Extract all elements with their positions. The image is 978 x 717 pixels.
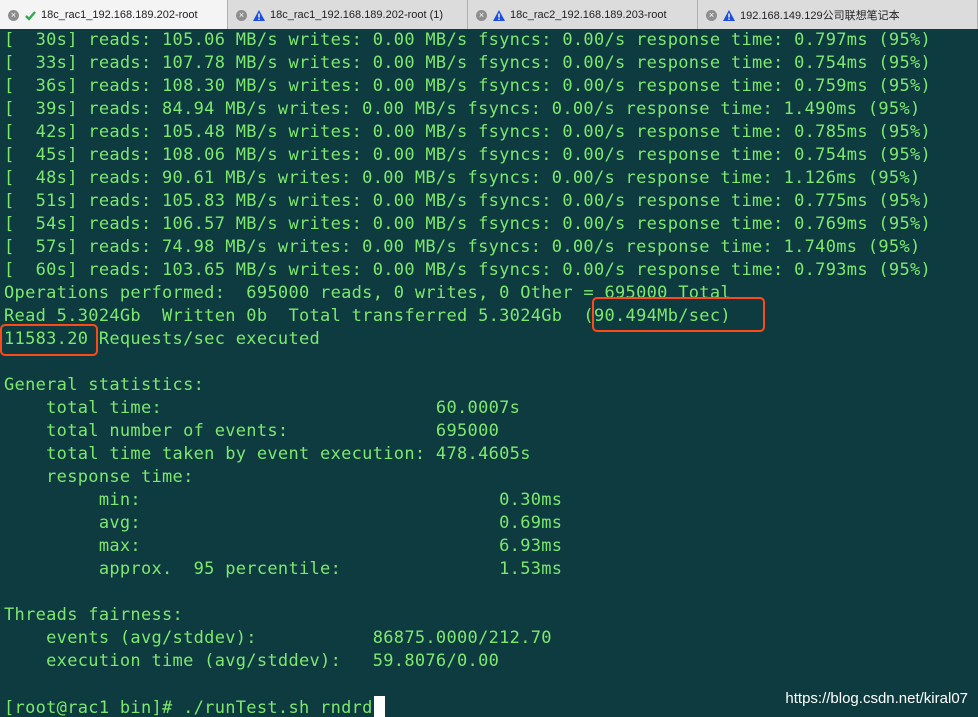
tab-bar: × 18c_rac1_192.168.189.202-root × 18c_rac1_… (0, 0, 978, 31)
shell-prompt[interactable]: [root@rac1 bin]# ./runTest.sh rndrd (4, 696, 385, 717)
terminal-line: min: 0.30ms (4, 490, 563, 510)
terminal-line: execution time (avg/stddev): 59.8076/0.0… (4, 651, 500, 671)
prompt-text: [root@rac1 bin]# ./runTest.sh rndrd (4, 698, 373, 717)
terminal-line: [ 39s] reads: 84.94 MB/s writes: 0.00 MB… (4, 99, 921, 119)
tab-3[interactable]: × 18c_rac2_192.168.189.203-root (468, 0, 698, 30)
terminal-line: [ 57s] reads: 74.98 MB/s writes: 0.00 MB… (4, 237, 921, 257)
tab-2[interactable]: × 18c_rac1_192.168.189.202-root (1) (228, 0, 468, 30)
tab-label: 192.168.149.129公司联想笔记本 (740, 10, 900, 22)
terminal-line: max: 6.93ms (4, 536, 563, 556)
warning-icon (722, 9, 736, 22)
terminal-line: events (avg/stddev): 86875.0000/212.70 (4, 628, 552, 648)
terminal-line: response time: (4, 467, 194, 487)
tab-label: 18c_rac2_192.168.189.203-root (510, 9, 667, 21)
warning-icon (492, 9, 506, 22)
terminal-line: [ 60s] reads: 103.65 MB/s writes: 0.00 M… (4, 260, 932, 280)
tab-4[interactable]: × 192.168.149.129公司联想笔记本 (698, 0, 978, 30)
terminal-line: General statistics: (4, 375, 205, 395)
terminal-line: total time taken by event execution: 478… (4, 444, 531, 464)
close-icon[interactable]: × (236, 9, 247, 21)
tab-1[interactable]: × 18c_rac1_192.168.189.202-root (0, 0, 228, 30)
close-icon[interactable]: × (8, 9, 19, 21)
terminal-line: total time: 60.0007s (4, 398, 521, 418)
throughput-highlight (592, 297, 765, 332)
requests-highlight (0, 324, 98, 356)
terminal-line: [ 33s] reads: 107.78 MB/s writes: 0.00 M… (4, 53, 932, 73)
terminal-line: [ 51s] reads: 105.83 MB/s writes: 0.00 M… (4, 191, 932, 211)
terminal-window[interactable]: execution time (avg/stddev): 59.8076/0.0… (0, 29, 978, 717)
terminal-line: [ 36s] reads: 108.30 MB/s writes: 0.00 M… (4, 76, 932, 96)
terminal-line: total number of events: 695000 (4, 421, 500, 441)
terminal-line: Threads fairness: (4, 605, 184, 625)
warning-icon (252, 9, 266, 22)
terminal-line: [ 45s] reads: 108.06 MB/s writes: 0.00 M… (4, 145, 932, 165)
terminal-line: avg: 0.69ms (4, 513, 563, 533)
tab-label: 18c_rac1_192.168.189.202-root (1) (270, 9, 444, 21)
terminal-line: [ 54s] reads: 106.57 MB/s writes: 0.00 M… (4, 214, 932, 234)
terminal-line: [ 48s] reads: 90.61 MB/s writes: 0.00 MB… (4, 168, 921, 188)
terminal-line: [ 30s] reads: 105.06 MB/s writes: 0.00 M… (4, 30, 932, 50)
check-icon (24, 9, 37, 22)
terminal-line: approx. 95 percentile: 1.53ms (4, 559, 563, 579)
terminal-line: [ 42s] reads: 105.48 MB/s writes: 0.00 M… (4, 122, 932, 142)
tab-label: 18c_rac1_192.168.189.202-root (41, 9, 198, 21)
close-icon[interactable]: × (476, 9, 487, 21)
watermark: https://blog.csdn.net/kiral07 (785, 690, 968, 707)
close-icon[interactable]: × (706, 9, 717, 21)
text-cursor (373, 696, 385, 717)
